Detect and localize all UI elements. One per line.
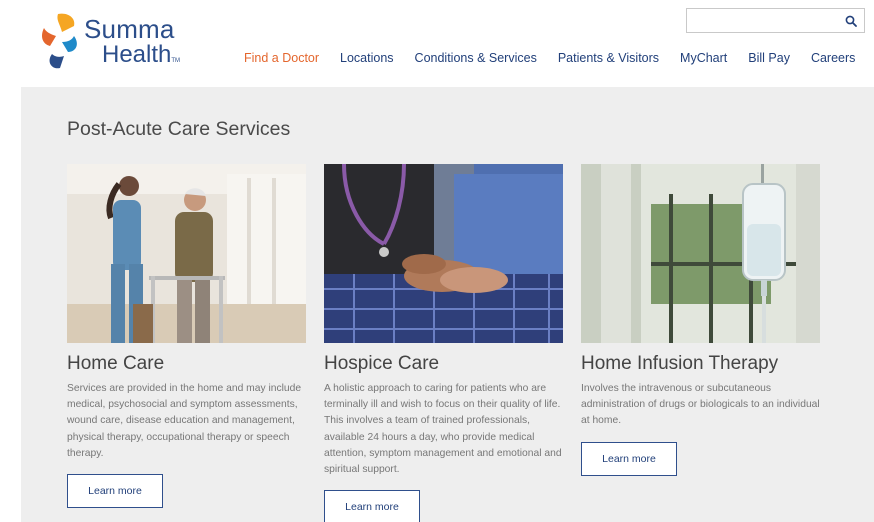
magnifier-icon <box>845 15 857 27</box>
card-hospice-care: Hospice Care A holistic approach to cari… <box>324 164 563 522</box>
summa-health-logo[interactable]: Summa HealthTM <box>38 8 188 74</box>
learn-more-hospice-care-button[interactable]: Learn more <box>324 490 420 522</box>
logo-name-line1: Summa <box>84 13 175 44</box>
card-title: Hospice Care <box>324 353 440 374</box>
nav-patients-visitors[interactable]: Patients & Visitors <box>558 51 659 67</box>
logo-name-line2-text: Health <box>102 40 172 68</box>
main-nav: Find a Doctor Locations Conditions & Ser… <box>244 51 855 67</box>
card-description: Involves the intravenous or subcutaneous… <box>581 383 820 427</box>
logo-wordmark: Summa HealthTM <box>84 16 180 67</box>
search-button[interactable] <box>842 12 860 30</box>
home-care-photo <box>67 164 306 343</box>
summa-pinwheel-logo-icon <box>42 13 77 69</box>
nav-careers[interactable]: Careers <box>811 51 855 67</box>
nav-locations[interactable]: Locations <box>340 51 394 67</box>
card-description: A holistic approach to caring for patien… <box>324 383 562 476</box>
search-input[interactable] <box>691 11 831 30</box>
card-home-care: Home Care Services are provided in the h… <box>67 164 306 509</box>
site-header: Summa HealthTM Find a Doctor Locations C… <box>0 0 874 87</box>
home-infusion-photo <box>581 164 820 343</box>
search-box <box>686 8 865 33</box>
logo-trademark: TM <box>171 57 181 64</box>
card-home-infusion-therapy: Home Infusion Therapy Involves the intra… <box>581 164 820 476</box>
section-title: Post-Acute Care Services <box>67 118 291 140</box>
nav-find-a-doctor[interactable]: Find a Doctor <box>244 51 319 67</box>
learn-more-home-infusion-button[interactable]: Learn more <box>581 441 677 476</box>
nav-bill-pay[interactable]: Bill Pay <box>748 51 790 67</box>
card-title: Home Care <box>67 353 165 374</box>
post-acute-care-panel: Post-Acute Care Services Home Care Servi… <box>21 87 874 522</box>
card-title: Home Infusion Therapy <box>581 353 779 374</box>
logo-name-line2: HealthTM <box>84 40 181 68</box>
hospice-care-photo <box>324 164 563 343</box>
learn-more-home-care-button[interactable]: Learn more <box>67 474 163 509</box>
card-description: Services are provided in the home and ma… <box>67 383 302 459</box>
nav-conditions-services[interactable]: Conditions & Services <box>415 51 537 67</box>
nav-mychart[interactable]: MyChart <box>680 51 727 67</box>
